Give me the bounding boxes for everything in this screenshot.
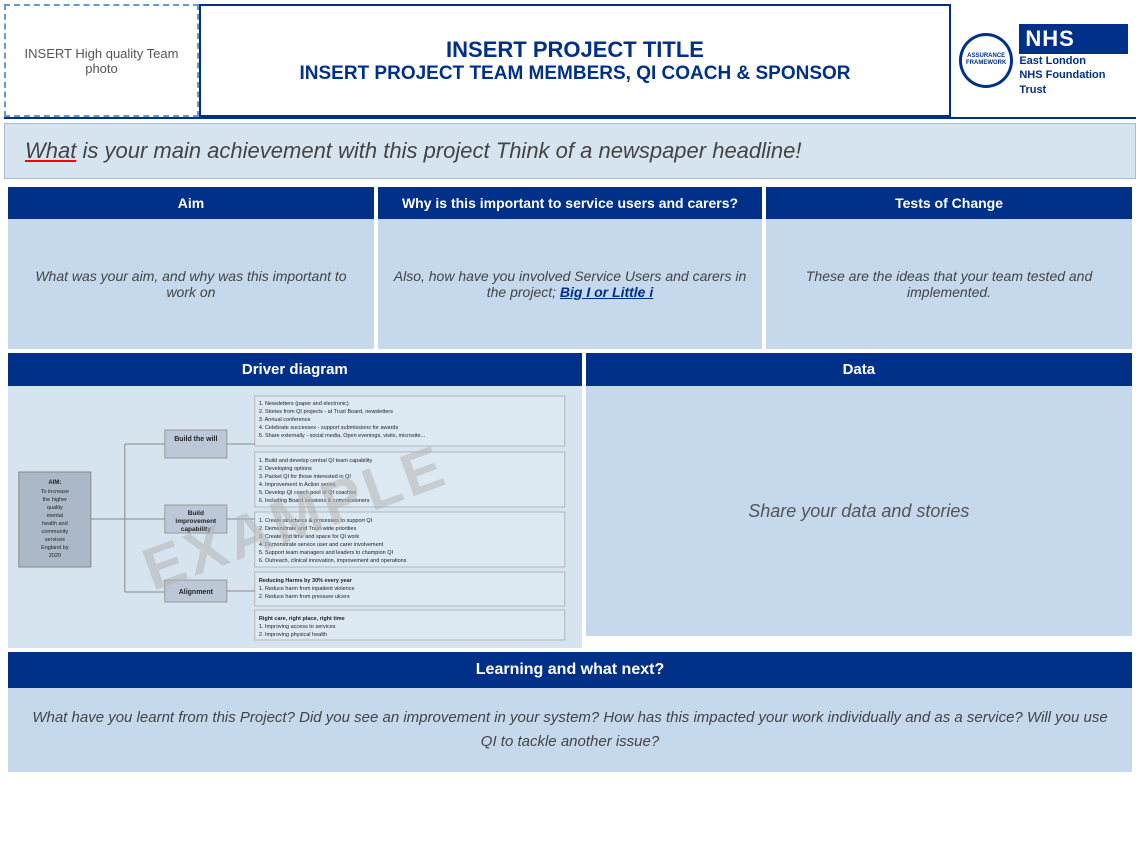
driver-diagram-header: Driver diagram xyxy=(8,353,582,386)
svg-text:1. Newsletters (paper and elec: 1. Newsletters (paper and electronic) xyxy=(259,401,349,407)
tests-of-change-body-text: These are the ideas that your team teste… xyxy=(778,268,1120,300)
learning-header: Learning and what next? xyxy=(8,652,1132,688)
svg-text:improvement: improvement xyxy=(175,518,217,525)
svg-text:1. Create structures & process: 1. Create structures & processes to supp… xyxy=(259,518,373,524)
aim-box: Aim What was your aim, and why was this … xyxy=(8,187,374,349)
importance-body: Also, how have you involved Service User… xyxy=(378,219,762,349)
svg-text:6. Including Board sessions &: 6. Including Board sessions & commission… xyxy=(259,498,370,504)
svg-text:5. Share externally - social m: 5. Share externally - social media, Open… xyxy=(259,433,426,439)
headline-underline-word: What xyxy=(25,138,76,163)
svg-text:To increase: To increase xyxy=(41,489,69,495)
team-photo-placeholder: INSERT High quality Team photo xyxy=(4,4,199,117)
svg-text:2. Demonstrate and Trust-wide: 2. Demonstrate and Trust-wide priorities xyxy=(259,526,357,532)
svg-text:2. Stories from QI projects -: 2. Stories from QI projects - at Trust B… xyxy=(259,409,393,415)
aim-header: Aim xyxy=(8,187,374,219)
learning-body-text: What have you learnt from this Project? … xyxy=(28,706,1112,754)
nhs-org-name: East London NHS Foundation Trust xyxy=(1019,54,1128,97)
svg-text:2. Improving physical health: 2. Improving physical health xyxy=(259,632,327,638)
svg-text:3. Annual conference: 3. Annual conference xyxy=(259,417,311,423)
tests-of-change-box: Tests of Change These are the ideas that… xyxy=(766,187,1132,349)
importance-box: Why is this important to service users a… xyxy=(378,187,762,349)
svg-text:3. Packet QI for those interes: 3. Packet QI for those interested in QI xyxy=(259,474,351,480)
project-title-line1: INSERT PROJECT TITLE xyxy=(446,37,704,63)
svg-text:England by: England by xyxy=(41,545,69,551)
svg-text:capability: capability xyxy=(181,526,211,533)
svg-text:3. Create find time and space: 3. Create find time and space for QI wor… xyxy=(259,534,360,540)
svg-text:community: community xyxy=(42,529,69,535)
svg-text:Reducing Harms by 30% every ye: Reducing Harms by 30% every year xyxy=(259,578,353,584)
learning-body: What have you learnt from this Project? … xyxy=(8,688,1132,772)
aim-body: What was your aim, and why was this impo… xyxy=(8,219,374,349)
nhs-badge: NHS xyxy=(1019,24,1128,54)
svg-text:2. Developing options: 2. Developing options xyxy=(259,466,312,472)
svg-text:services: services xyxy=(45,537,65,543)
driver-diagram-content: EXAMPLE AIM: To increase the higher qual… xyxy=(8,386,582,648)
svg-text:1. Improving access to service: 1. Improving access to services xyxy=(259,624,336,630)
driver-diagram-box: Driver diagram EXAMPLE AIM: To increase … xyxy=(8,353,582,648)
logo-area: ASSURANCEFRAMEWORK NHS East London NHS F… xyxy=(951,4,1136,117)
svg-text:4. Improvement in Action serie: 4. Improvement in Action series xyxy=(259,482,336,488)
svg-text:6. Outreach, clinical innovati: 6. Outreach, clinical innovation, improv… xyxy=(259,558,407,564)
tests-of-change-body: These are the ideas that your team teste… xyxy=(766,219,1132,349)
svg-text:mental: mental xyxy=(47,513,64,519)
svg-text:AIM:: AIM: xyxy=(48,480,61,486)
nhs-logo: ASSURANCEFRAMEWORK NHS East London NHS F… xyxy=(959,24,1128,97)
headline-banner: What is your main achievement with this … xyxy=(4,123,1136,179)
svg-text:5. Develop QI coach pool of QI: 5. Develop QI coach pool of QI coaches xyxy=(259,490,356,496)
driver-diagram-svg: AIM: To increase the higher quality ment… xyxy=(14,392,576,642)
project-title-line2: INSERT PROJECT TEAM MEMBERS, QI COACH & … xyxy=(299,63,850,85)
svg-text:4. Celebrate successes - suppo: 4. Celebrate successes - support submiss… xyxy=(259,425,399,431)
aim-body-text: What was your aim, and why was this impo… xyxy=(20,268,362,300)
svg-text:quality: quality xyxy=(47,505,63,511)
svg-text:5. Support team managers and l: 5. Support team managers and leaders to … xyxy=(259,550,394,556)
importance-body-text: Also, how have you involved Service User… xyxy=(390,268,750,300)
data-header: Data xyxy=(586,353,1132,386)
svg-text:4. Demonstrate service user an: 4. Demonstrate service user and carer in… xyxy=(259,542,384,548)
header: INSERT High quality Team photo INSERT PR… xyxy=(4,4,1136,119)
svg-text:health and: health and xyxy=(42,521,68,527)
svg-text:2020: 2020 xyxy=(49,553,61,559)
data-body: Share your data and stories xyxy=(586,386,1132,636)
nhs-brand: NHS East London NHS Foundation Trust xyxy=(1019,24,1128,97)
project-title-box: INSERT PROJECT TITLE INSERT PROJECT TEAM… xyxy=(199,4,951,117)
three-col-section: Aim What was your aim, and why was this … xyxy=(4,183,1136,349)
svg-text:the higher: the higher xyxy=(43,497,68,503)
svg-text:2. Reduce harm from pressure u: 2. Reduce harm from pressure ulcers xyxy=(259,594,350,600)
data-body-text: Share your data and stories xyxy=(748,501,969,522)
tests-of-change-header: Tests of Change xyxy=(766,187,1132,219)
svg-text:Right care, right place, right: Right care, right place, right time xyxy=(259,616,345,622)
svg-text:Build: Build xyxy=(188,510,204,517)
svg-text:1. Reduce harm from inpatient: 1. Reduce harm from inpatient violence xyxy=(259,586,355,592)
two-col-section: Driver diagram EXAMPLE AIM: To increase … xyxy=(4,349,1136,648)
assurance-circle: ASSURANCEFRAMEWORK xyxy=(959,33,1013,88)
importance-header: Why is this important to service users a… xyxy=(378,187,762,219)
headline-text: What is your main achievement with this … xyxy=(25,138,1115,164)
data-box: Data Share your data and stories xyxy=(586,353,1132,648)
headline-body: is your main achievement with this proje… xyxy=(76,138,801,163)
svg-text:Alignment: Alignment xyxy=(179,589,214,596)
svg-text:Build the will: Build the will xyxy=(174,436,217,443)
svg-text:1. Build and develop central Q: 1. Build and develop central QI team cap… xyxy=(259,458,373,464)
big-i-link[interactable]: Big I or Little i xyxy=(560,284,653,300)
learning-section: Learning and what next? What have you le… xyxy=(8,652,1132,772)
